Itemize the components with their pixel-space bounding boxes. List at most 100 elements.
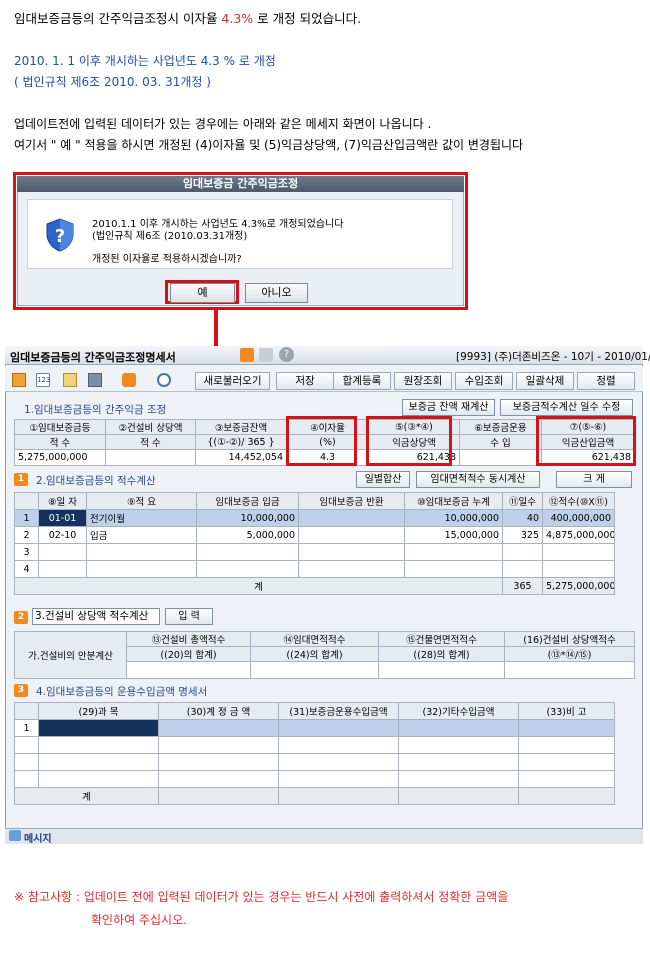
no-button[interactable]: 아니오 — [245, 283, 308, 303]
section2-table: ⑧일 자 ⑨적 요 임대보증금 입금 임대보증금 반환 ⑩임대보증금 누계 ⑪일수 ⑫적수(… — [14, 492, 615, 595]
accum-cell[interactable]: 4,875,000,000 — [542, 526, 615, 544]
income-highlight — [366, 416, 452, 466]
row-number: 4 — [14, 560, 39, 578]
table-row[interactable] — [14, 736, 615, 754]
message-icon[interactable] — [9, 830, 21, 841]
date-cell[interactable]: 01-01 — [38, 509, 87, 527]
row-label: 가.건설비의 안분계산 — [14, 631, 127, 679]
floor-area-cell[interactable] — [378, 661, 505, 679]
deposit-in-cell[interactable]: 5,000,000 — [196, 526, 299, 544]
close-icon[interactable] — [12, 373, 26, 387]
save-button[interactable]: 저장 — [276, 372, 334, 390]
income-view-button[interactable]: 수입조회 — [455, 372, 513, 390]
col-header: 수 입 — [459, 434, 542, 450]
note-line1: ※ 참고사항 : 업데이트 전에 입력된 데이터가 있는 경우는 반드시 사전에… — [14, 890, 509, 904]
col-header: (16)건설비 상당액적수 — [504, 631, 635, 647]
sort-button[interactable]: 정렬 — [577, 372, 635, 390]
table-row[interactable]: 3 — [14, 543, 615, 561]
col-header: ⑩임대보증금 누계 — [404, 492, 503, 510]
col-header: ⑪일수 — [502, 492, 543, 510]
area-calc-button[interactable]: 임대면적적수 동시계산 — [416, 471, 540, 488]
remark-cell[interactable] — [518, 719, 615, 737]
col-header: ((24)의 합계) — [250, 646, 379, 662]
print-icon[interactable] — [88, 373, 102, 387]
table-row[interactable]: 1 01-01 전기이월 10,000,000 10,000,000 40 400,000,… — [14, 509, 615, 527]
deposit-sum-cell[interactable]: 10,000,000 — [404, 509, 503, 527]
enlarge-button[interactable]: 크 게 — [556, 471, 632, 488]
col-header: 적 수 — [105, 434, 196, 450]
section4-table: (29)과 목 (30)계 정 금 액 (31)보증금운용수입금액 (32)기타수입금… — [14, 702, 615, 805]
calculator-icon[interactable]: 123 — [36, 373, 50, 387]
total-row: 계 365 5,275,000,000 — [14, 577, 615, 595]
col-header: ⑥보증금운용 — [459, 419, 542, 435]
construction-accum-value[interactable] — [105, 449, 196, 466]
total-days: 365 — [502, 577, 543, 595]
input-button[interactable]: 입 력 — [165, 608, 213, 625]
construction-equiv-cell[interactable] — [504, 661, 635, 679]
account-amount-cell[interactable] — [158, 719, 279, 737]
table-row[interactable]: 2 02-10 입금 5,000,000 15,000,000 325 4,875,000,… — [14, 526, 615, 544]
table-row[interactable] — [14, 753, 615, 771]
desc-cell[interactable]: 입금 — [86, 526, 197, 544]
intro-rate: 4.3% — [221, 11, 254, 26]
table-row[interactable] — [14, 770, 615, 788]
section4-title: 4.임대보증금등의 운용수입금액 명세서 — [36, 686, 208, 698]
deposit-out-cell[interactable] — [298, 526, 405, 544]
total-label: 계 — [14, 787, 159, 805]
deposit-in-cell[interactable]: 10,000,000 — [196, 509, 299, 527]
col-header: (33)비 고 — [518, 702, 615, 720]
daily-sum-button[interactable]: 일별합산 — [356, 471, 410, 488]
deposit-sum-cell[interactable]: 15,000,000 — [404, 526, 503, 544]
table-row[interactable]: 1 — [14, 719, 615, 737]
dialog-message2: (법인규칙 제6조 (2010.03.31개정) — [92, 231, 248, 242]
section-number-badge: 3 — [14, 684, 28, 697]
add-icon[interactable] — [240, 348, 254, 362]
sum-register-button[interactable]: 합계등록 — [333, 372, 391, 390]
deposit-income-cell[interactable] — [278, 719, 399, 737]
recalc-balance-button[interactable]: 보증금 잔액 재계산 — [402, 399, 495, 416]
rent-area-cell[interactable] — [250, 661, 379, 679]
table-row[interactable]: 4 — [14, 560, 615, 578]
message-tab[interactable]: 메시지 — [24, 830, 52, 845]
total-row: 계 — [14, 787, 615, 805]
ledger-view-button[interactable]: 원장조회 — [394, 372, 452, 390]
intro-line2: 2010. 1. 1 이후 개시하는 사업년도 4.3 % 로 개정 — [14, 54, 276, 68]
section2-title: 2.임대보증금등의 적수계산 — [36, 475, 156, 487]
edit-days-button[interactable]: 보증금적수계산 일수 수정 — [500, 399, 633, 416]
days-cell[interactable]: 40 — [502, 509, 543, 527]
app-title: 임대보증금등의 간주익금조정명세서 — [10, 351, 176, 364]
help-icon[interactable]: ? — [279, 347, 294, 362]
copy-icon[interactable] — [63, 373, 77, 387]
svg-text:?: ? — [55, 226, 65, 247]
deposit-income-value[interactable] — [459, 449, 542, 466]
deposit-balance-value[interactable]: 14,452,054 — [195, 449, 287, 466]
intro-line3: ( 법인규칙 제6조 2010. 03. 31개정 ) — [14, 75, 211, 89]
dialog-title: 임대보증금 간주익금조정 — [17, 176, 464, 192]
yes-button[interactable]: 예 — [170, 283, 235, 303]
days-cell[interactable]: 325 — [502, 526, 543, 544]
deposit-accum-value[interactable]: 5,275,000,000 — [14, 449, 106, 466]
add-icon[interactable] — [122, 373, 136, 387]
reload-button[interactable]: 새로불러오기 — [195, 372, 270, 390]
inclusion-highlight — [536, 416, 636, 466]
intro-text-end: 로 개정 되었습니다. — [253, 11, 362, 26]
search-icon[interactable] — [157, 373, 171, 387]
col-header: {(①-②)/ 365 } — [195, 434, 287, 450]
col-header: ⑭임대면적적수 — [250, 631, 379, 647]
subject-cell[interactable] — [38, 719, 159, 737]
batch-delete-button[interactable]: 일괄삭제 — [516, 372, 574, 390]
col-header: ⑫적수(⑩X⑪) — [542, 492, 615, 510]
note-line2: 확인하여 주십시오. — [91, 913, 187, 927]
deposit-out-cell[interactable] — [298, 509, 405, 527]
col-header: (30)계 정 금 액 — [158, 702, 279, 720]
window-icon[interactable] — [259, 348, 273, 362]
question-shield-icon: ? — [46, 218, 74, 252]
construction-total-cell[interactable] — [126, 661, 251, 679]
accum-cell[interactable]: 400,000,000 — [542, 509, 615, 527]
col-header: ⑨적 요 — [86, 492, 197, 510]
date-cell[interactable]: 02-10 — [38, 526, 87, 544]
other-income-cell[interactable] — [398, 719, 519, 737]
col-header: ③보증금잔액 — [195, 419, 287, 435]
desc-cell[interactable]: 전기이월 — [86, 509, 197, 527]
intro-text: 임대보증금등의 간주익금조정시 이자율 — [14, 11, 222, 26]
